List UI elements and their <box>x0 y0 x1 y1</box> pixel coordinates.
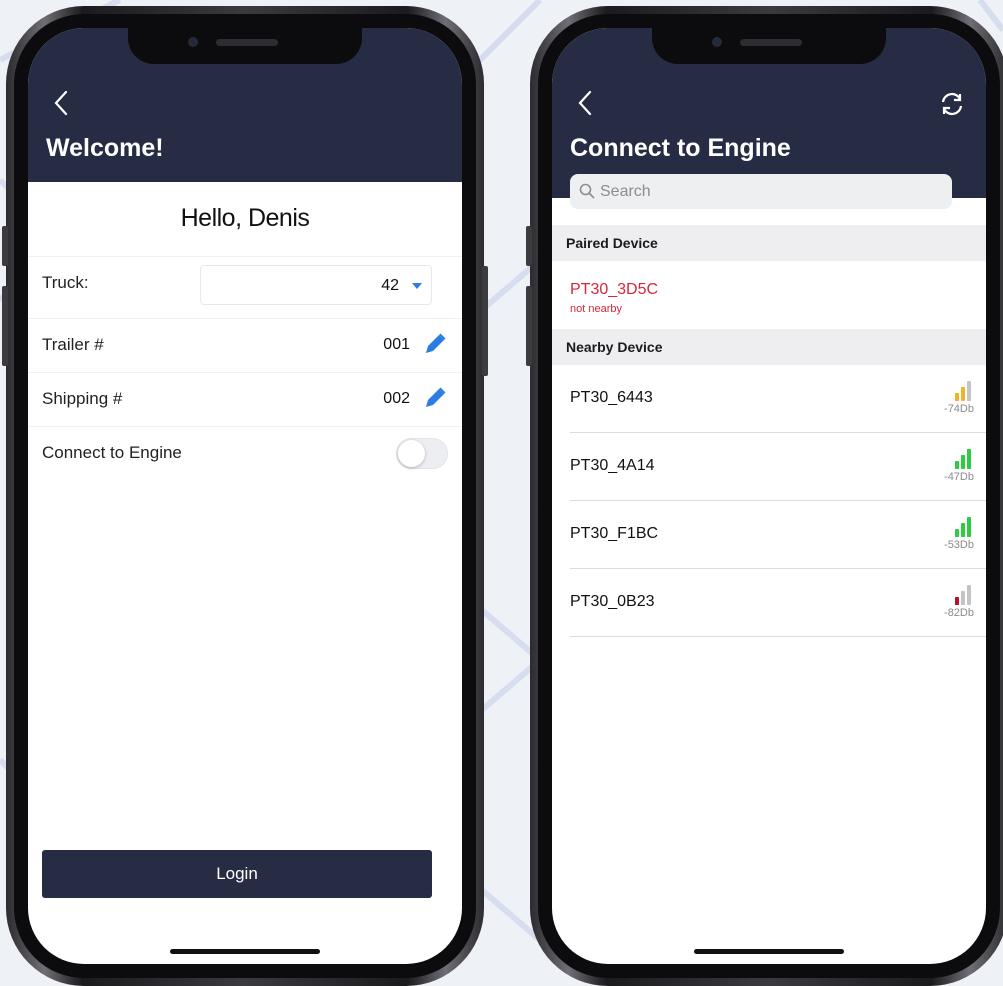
trailer-row: Trailer # 001 <box>28 318 462 370</box>
notch <box>652 28 886 64</box>
signal-bar <box>955 393 959 401</box>
signal-strength-icon <box>955 585 971 605</box>
signal-bar <box>961 455 965 469</box>
signal-bar <box>955 529 959 537</box>
phone-right: Connect to Engine Paired Device PT30_3D5… <box>526 6 1003 986</box>
truck-value: 42 <box>381 277 399 294</box>
login-button[interactable]: Login <box>42 850 432 898</box>
phone-bezel: Connect to Engine Paired Device PT30_3D5… <box>538 14 1000 978</box>
dropdown-caret-icon <box>412 283 422 289</box>
speaker <box>740 39 802 46</box>
camera <box>188 37 198 47</box>
shipping-row: Shipping # 002 <box>28 372 462 424</box>
side-button <box>2 286 8 366</box>
paired-device-header: Paired Device <box>552 225 986 261</box>
camera <box>712 37 722 47</box>
device-name: PT30_0B23 <box>570 593 655 610</box>
signal-bar <box>961 523 965 537</box>
side-button <box>482 266 488 376</box>
edit-pencil-icon[interactable] <box>422 331 448 357</box>
notch <box>128 28 362 64</box>
signal-bar <box>967 449 971 469</box>
back-chevron-icon[interactable] <box>578 90 592 116</box>
signal-bar <box>967 381 971 401</box>
paired-device-item[interactable]: PT30_3D5C not nearby <box>552 261 986 329</box>
truck-select[interactable]: 42 <box>200 265 432 305</box>
shipping-label: Shipping # <box>42 388 123 408</box>
side-button <box>526 226 532 266</box>
refresh-icon[interactable] <box>938 90 966 118</box>
truck-row: Truck: 42 <box>28 256 462 308</box>
signal-bar <box>961 591 965 605</box>
connect-engine-row: Connect to Engine <box>28 426 462 478</box>
side-button <box>2 226 8 266</box>
signal-strength-icon <box>955 517 971 537</box>
signal-bar <box>967 517 971 537</box>
page-title: Connect to Engine <box>570 134 791 162</box>
device-row[interactable]: PT30_F1BC -53Db <box>570 501 986 569</box>
device-row[interactable]: PT30_6443 -74Db <box>570 365 986 433</box>
shipping-value: 002 <box>383 389 410 407</box>
nearby-device-header: Nearby Device <box>552 329 986 365</box>
search-bar[interactable] <box>570 174 952 209</box>
device-row[interactable]: PT30_0B23 -82Db <box>570 569 986 637</box>
device-row[interactable]: PT30_4A14 -47Db <box>570 433 986 501</box>
truck-label: Truck: <box>42 272 89 292</box>
signal-bar <box>955 461 959 469</box>
signal-bar <box>961 387 965 401</box>
toggle-knob <box>398 440 425 467</box>
device-name: PT30_F1BC <box>570 525 659 542</box>
connect-engine-screen: Connect to Engine Paired Device PT30_3D5… <box>552 28 986 964</box>
connect-engine-toggle[interactable] <box>396 438 448 469</box>
signal-strength-icon <box>955 449 971 469</box>
edit-pencil-icon[interactable] <box>422 385 448 411</box>
page-title: Welcome! <box>46 134 164 162</box>
paired-device-name: PT30_3D5C <box>570 281 659 298</box>
signal-db: -82Db <box>944 607 974 619</box>
phone-left: Welcome! Hello, Denis Truck: 42 Trailer … <box>2 6 488 986</box>
signal-bar <box>955 597 959 605</box>
side-button <box>526 286 532 366</box>
connect-engine-label: Connect to Engine <box>42 442 182 462</box>
greeting: Hello, Denis <box>180 204 310 232</box>
trailer-value: 001 <box>383 335 410 353</box>
welcome-screen: Welcome! Hello, Denis Truck: 42 Trailer … <box>28 28 462 964</box>
search-input[interactable] <box>600 174 940 209</box>
device-name: PT30_4A14 <box>570 457 655 474</box>
signal-db: -47Db <box>944 471 974 483</box>
signal-bar <box>967 585 971 605</box>
back-chevron-icon[interactable] <box>54 90 68 116</box>
search-icon <box>579 183 595 199</box>
signal-strength-icon <box>955 381 971 401</box>
speaker <box>216 39 278 46</box>
paired-device-status: not nearby <box>570 303 622 315</box>
home-indicator <box>170 949 320 954</box>
trailer-label: Trailer # <box>42 334 104 354</box>
phone-bezel: Welcome! Hello, Denis Truck: 42 Trailer … <box>14 14 476 978</box>
home-indicator <box>694 949 844 954</box>
device-name: PT30_6443 <box>570 389 653 406</box>
signal-db: -74Db <box>944 403 974 415</box>
signal-db: -53Db <box>944 539 974 551</box>
